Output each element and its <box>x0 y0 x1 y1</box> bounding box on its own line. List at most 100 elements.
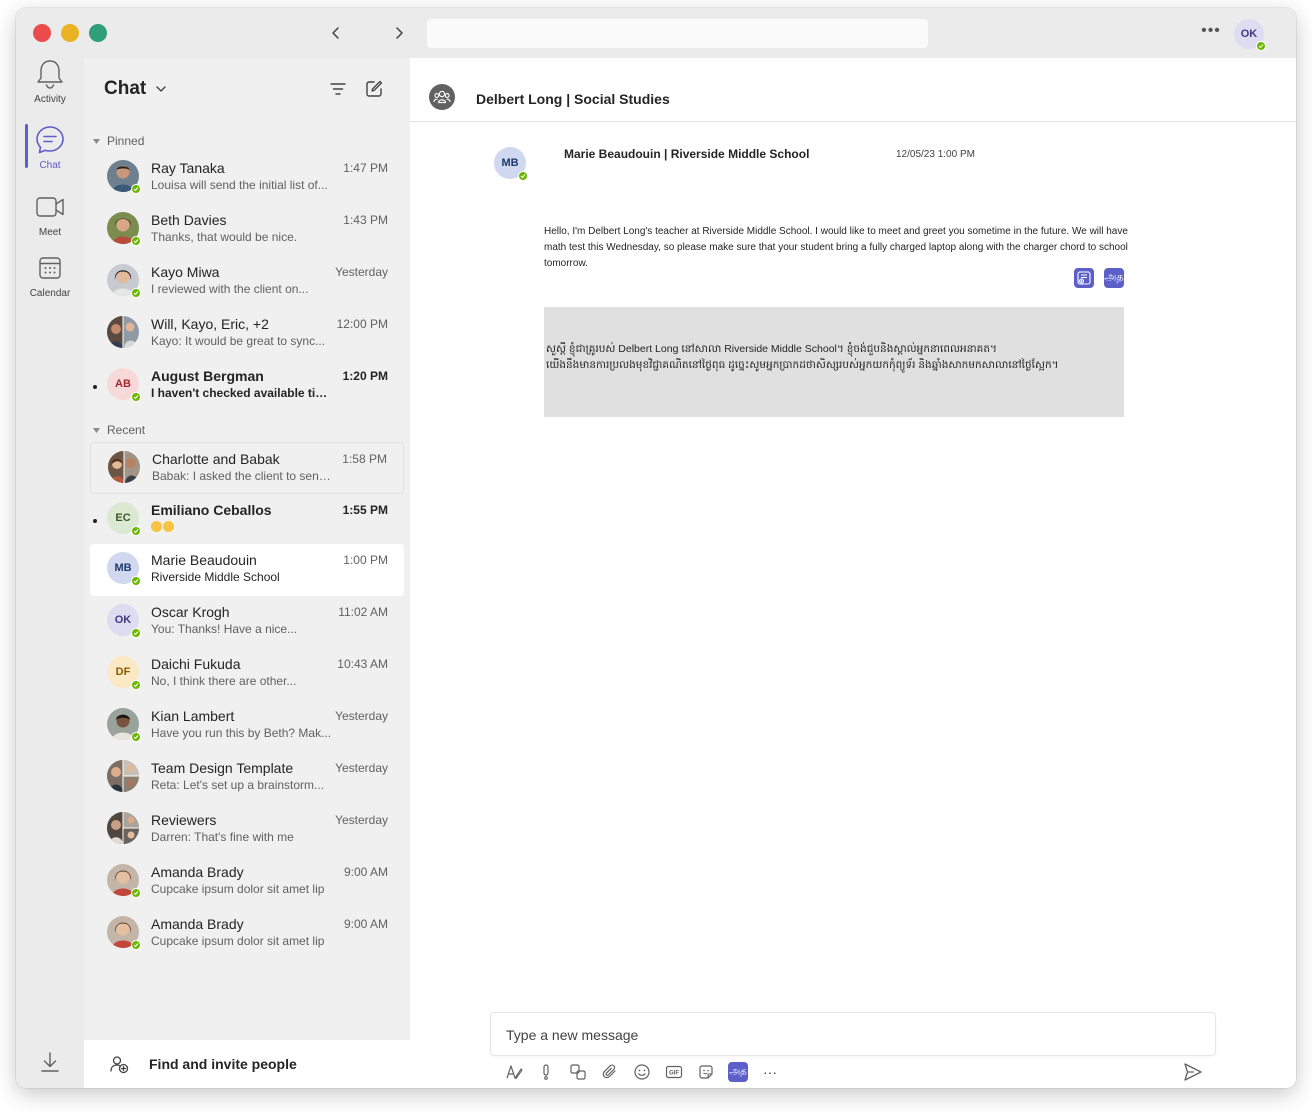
avatar <box>107 916 141 950</box>
chat-item-time: 1:00 PM <box>343 553 388 567</box>
avatar-initials: AB <box>115 378 131 390</box>
chat-item-name: Reviewers <box>151 812 217 828</box>
chat-item-ray-tanaka[interactable]: Ray Tanaka Louisa will send the initial … <box>90 152 404 204</box>
chat-item-emiliano-ceballos[interactable]: EC Emiliano Ceballos 1:55 PM <box>90 494 404 546</box>
chat-icon <box>34 124 66 156</box>
attach-file-button[interactable] <box>600 1062 620 1082</box>
video-icon <box>34 191 66 223</box>
loop-component-button[interactable] <box>568 1062 588 1082</box>
message-timestamp: 12/05/23 1:00 PM <box>896 149 975 160</box>
chat-item-preview: You: Thanks! Have a nice... <box>151 622 298 636</box>
presence-available-icon <box>518 171 528 181</box>
chat-item-name: Amanda Brady <box>151 864 244 880</box>
translate-icon: அத <box>1104 271 1124 283</box>
format-button[interactable] <box>504 1062 524 1082</box>
translate-button[interactable]: அத <box>728 1062 748 1082</box>
section-pinned[interactable]: Pinned <box>92 134 144 148</box>
rail-item-calendar[interactable]: Calendar <box>16 252 84 312</box>
chat-item-beth-davies[interactable]: Beth Davies Thanks, that would be nice. … <box>90 204 404 256</box>
rail-item-activity[interactable]: Activity <box>16 58 84 118</box>
translate-icon: அத <box>729 1066 747 1077</box>
message-sender: Marie Beaudouin | Riverside Middle Schoo… <box>564 147 810 161</box>
rail-label-calendar: Calendar <box>29 288 71 299</box>
format-icon <box>506 1065 523 1080</box>
mark-important-button[interactable] <box>536 1062 556 1082</box>
forward-button[interactable] <box>388 22 410 44</box>
chat-item-name: Team Design Template <box>151 760 294 776</box>
chat-list-header: Chat <box>84 58 410 118</box>
chevron-left-icon <box>332 27 339 39</box>
presence-available-icon <box>1256 41 1266 51</box>
chat-item-name: Emiliano Ceballos <box>151 502 272 518</box>
avatar: EC <box>107 502 141 536</box>
maximize-window-button[interactable] <box>89 24 107 42</box>
chat-item-marie-beaudouin[interactable]: MB Marie Beaudouin Riverside Middle Scho… <box>90 544 404 596</box>
chat-item-name: August Bergman <box>151 368 264 384</box>
chat-item-name: Kian Lambert <box>151 708 235 724</box>
send-icon[interactable] <box>1182 1061 1204 1083</box>
chat-title: Delbert Long | Social Studies <box>476 91 670 107</box>
rail-item-meet[interactable]: Meet <box>16 191 84 251</box>
translate-message-button[interactable]: அத <box>1104 268 1124 288</box>
presence-available-icon <box>131 236 141 246</box>
compose-toolbar: GIF அத ··· <box>504 1061 780 1083</box>
presence-available-icon <box>131 576 141 586</box>
chat-list-title[interactable]: Chat <box>104 78 167 100</box>
chat-item-team-design-template[interactable]: Team Design Template Reta: Let's set up … <box>90 752 404 804</box>
avatar: AB <box>107 368 141 402</box>
chat-item-preview: Have you run this by Beth? Mak... <box>151 726 332 740</box>
download-icon[interactable] <box>38 1050 62 1074</box>
section-recent[interactable]: Recent <box>92 423 145 437</box>
chat-item-charlotte-and-babak[interactable]: Charlotte and Babak Babak: I asked the c… <box>90 442 404 494</box>
chat-item-time: 10:43 AM <box>337 657 388 671</box>
chat-item-august-bergman[interactable]: AB August Bergman I haven't checked avai… <box>90 360 404 412</box>
back-button[interactable] <box>325 22 347 44</box>
chat-item-preview: Darren: That's fine with me <box>151 830 294 844</box>
gif-button[interactable]: GIF <box>664 1062 684 1082</box>
chat-item-daichi-fukuda[interactable]: DF Daichi Fukuda No, I think there are o… <box>90 648 404 700</box>
calendar-icon <box>34 252 66 284</box>
close-window-button[interactable] <box>33 24 51 42</box>
rail-item-chat[interactable]: Chat <box>16 124 84 184</box>
immersive-reader-icon <box>1077 271 1091 285</box>
chat-item-preview: I haven't checked available time... <box>151 386 333 400</box>
sticker-button[interactable] <box>696 1062 716 1082</box>
chat-item-group-will-kayo-eric[interactable]: Will, Kayo, Eric, +2 Kayo: It would be g… <box>90 308 404 360</box>
chat-item-amanda-brady-2[interactable]: Amanda Brady Cupcake ipsum dolor sit ame… <box>90 908 404 960</box>
emoji-button[interactable] <box>632 1062 652 1082</box>
chat-item-time: 9:00 AM <box>343 865 388 879</box>
avatar-initials: MB <box>114 562 132 574</box>
chat-item-kayo-miwa[interactable]: Kayo Miwa I reviewed with the client on.… <box>90 256 404 308</box>
avatar: DF <box>107 656 141 690</box>
chat-item-oscar-krogh[interactable]: OK Oscar Krogh You: Thanks! Have a nice.… <box>90 596 404 648</box>
avatar <box>107 160 141 194</box>
immersive-reader-button[interactable] <box>1074 268 1094 288</box>
filter-icon[interactable] <box>328 79 348 99</box>
chat-item-preview: Reta: Let's set up a brainstorm... <box>151 778 325 792</box>
chat-item-name: Kayo Miwa <box>151 264 220 280</box>
group-avatar <box>108 451 140 483</box>
presence-available-icon <box>131 392 141 402</box>
chat-item-amanda-brady[interactable]: Amanda Brady Cupcake ipsum dolor sit ame… <box>90 856 404 908</box>
unread-dot <box>93 519 97 523</box>
chat-item-time: 12:00 PM <box>336 317 388 331</box>
find-and-invite-button[interactable]: Find and invite people <box>84 1040 410 1088</box>
message-sender-avatar[interactable]: MB <box>494 147 528 181</box>
minimize-window-button[interactable] <box>61 24 79 42</box>
paperclip-icon <box>602 1064 616 1079</box>
message-input[interactable] <box>506 1025 1196 1045</box>
more-options-button[interactable]: ••• <box>1199 22 1223 44</box>
search-input[interactable] <box>427 19 928 48</box>
more-compose-options-button[interactable]: ··· <box>760 1062 780 1082</box>
avatar <box>107 264 141 298</box>
group-avatar <box>107 760 139 792</box>
chat-item-kian-lambert[interactable]: Kian Lambert Have you run this by Beth? … <box>90 700 404 752</box>
new-chat-icon[interactable] <box>364 79 384 99</box>
chat-item-time: 11:02 AM <box>338 605 388 619</box>
avatar: OK <box>107 604 141 638</box>
profile-avatar[interactable]: OK <box>1234 19 1266 51</box>
group-chat-icon <box>429 84 455 110</box>
presence-available-icon <box>131 680 141 690</box>
chat-item-reviewers[interactable]: Reviewers Darren: That's fine with me Ye… <box>90 804 404 856</box>
chat-item-time: 1:43 PM <box>343 213 388 227</box>
